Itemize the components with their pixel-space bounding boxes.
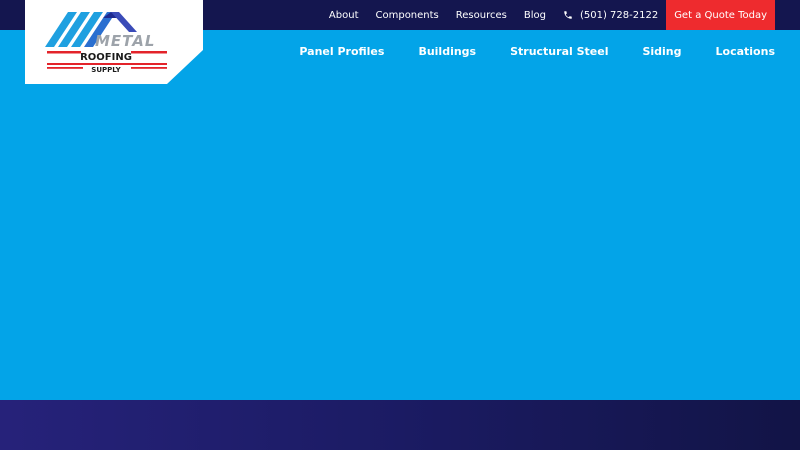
- nav-buildings[interactable]: Buildings: [418, 45, 476, 58]
- nav-locations[interactable]: Locations: [716, 45, 775, 58]
- nav-siding[interactable]: Siding: [642, 45, 681, 58]
- top-nav-blog[interactable]: Blog: [524, 10, 546, 21]
- top-nav-about[interactable]: About: [329, 10, 359, 21]
- hero-banner: [0, 30, 800, 400]
- logo-text-roofing: ROOFING: [80, 52, 132, 63]
- phone-link[interactable]: (501) 728-2122: [563, 10, 658, 21]
- logo-text-supply: SUPPLY: [91, 66, 121, 74]
- bottom-section: [0, 400, 800, 450]
- top-nav-resources[interactable]: Resources: [456, 10, 507, 21]
- logo-graphic: METAL ROOFING SUPPLY: [25, 0, 203, 84]
- phone-number: (501) 728-2122: [579, 9, 659, 21]
- top-nav: About Components Resources Blog (501) 72…: [329, 0, 775, 30]
- nav-structural-steel[interactable]: Structural Steel: [510, 45, 608, 58]
- get-quote-button[interactable]: Get a Quote Today: [666, 0, 775, 30]
- top-nav-components[interactable]: Components: [376, 10, 439, 21]
- nav-panel-profiles[interactable]: Panel Profiles: [299, 45, 384, 58]
- phone-icon: [564, 11, 572, 19]
- logo-text-metal: METAL: [95, 32, 155, 50]
- main-nav: Panel Profiles Buildings Structural Stee…: [265, 45, 775, 58]
- site-logo[interactable]: METAL ROOFING SUPPLY: [25, 0, 203, 84]
